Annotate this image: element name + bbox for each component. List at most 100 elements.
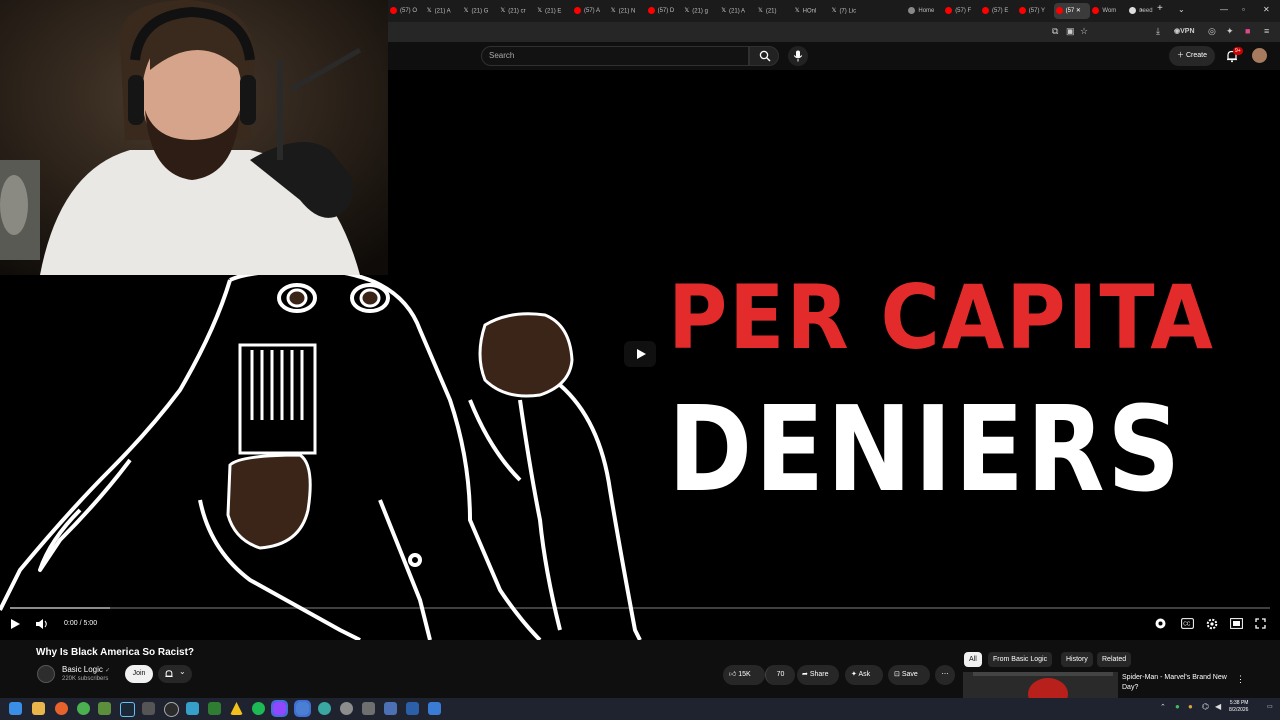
network-icon[interactable]: ⌬	[1202, 702, 1209, 711]
play-pause-icon[interactable]	[9, 618, 21, 630]
browser-tab[interactable]: Wom	[1090, 3, 1124, 19]
app-icon-15[interactable]	[340, 702, 353, 715]
close-window-button[interactable]: ✕	[1263, 5, 1270, 14]
browser-tab[interactable]: 𝕏 (21) cr	[498, 3, 532, 19]
browser-tab-label: (57) Y	[1028, 8, 1046, 14]
close-tab-icon[interactable]: ✕	[1074, 8, 1081, 14]
microphone-icon	[793, 50, 803, 62]
app-icon-16[interactable]	[362, 702, 375, 715]
related-video-title[interactable]: Spider-Man - Marvel's Brand New Day?	[1122, 673, 1232, 693]
browser-tab[interactable]: 𝕏 (21)	[756, 3, 790, 19]
ask-button[interactable]: ✦ Ask	[845, 665, 883, 685]
browser-tab[interactable]: (57) D	[646, 3, 680, 19]
browser-tab[interactable]: Home	[906, 3, 940, 19]
extensions-icon[interactable]: ✦	[1226, 26, 1234, 37]
filter-chip[interactable]: History	[1061, 652, 1093, 667]
save-button[interactable]: ⊡ Save	[888, 665, 930, 685]
browser-tab[interactable]: (57) Y	[1017, 3, 1051, 19]
spotify-icon[interactable]	[252, 702, 265, 715]
browser-tab[interactable]: 𝕏 (21) g	[682, 3, 716, 19]
extension-badge-icon[interactable]: ■	[1245, 26, 1250, 36]
vpn-button[interactable]: ◉VPN	[1174, 27, 1195, 35]
channel-name[interactable]: Basic Logic ✓	[62, 665, 110, 674]
browser-tab-label: (57) E	[992, 8, 1009, 14]
tab-search-icon[interactable]: ⌄	[1178, 5, 1185, 14]
settings-gear-icon[interactable]	[1206, 618, 1218, 630]
browser-tab[interactable]: (57) E	[980, 3, 1014, 19]
app-icon-9[interactable]	[208, 702, 221, 715]
related-video-thumbnail[interactable]	[963, 672, 1118, 698]
browser-tab[interactable]: 𝕏 (21) A	[425, 3, 459, 19]
steam-icon[interactable]	[120, 702, 135, 717]
download-icon[interactable]: ⤓	[1156, 26, 1160, 37]
progress-buffer-fill	[10, 607, 110, 609]
fullscreen-icon[interactable]	[1255, 618, 1266, 629]
tray-chevron-icon[interactable]: ⌃	[1160, 703, 1166, 711]
browser-tab[interactable]: 𝕏 HOnl	[793, 3, 827, 19]
center-play-button[interactable]	[624, 341, 656, 367]
thumbnail-text-line-2: DENIERS	[668, 380, 1183, 518]
app-icon-19[interactable]	[428, 702, 441, 715]
maximize-button[interactable]: ▫	[1242, 5, 1245, 14]
firefox-icon[interactable]	[55, 702, 68, 715]
browser-tab[interactable]: 𝕏 (21) G	[462, 3, 496, 19]
search-button[interactable]	[749, 46, 779, 66]
volume-tray-icon[interactable]: ◀	[1215, 702, 1221, 711]
voice-search-button[interactable]	[788, 46, 808, 66]
channel-avatar[interactable]	[37, 665, 55, 683]
autoplay-toggle-icon[interactable]	[1155, 618, 1166, 629]
file-explorer-icon[interactable]	[32, 702, 45, 715]
browser-tab-label: (21) G	[471, 8, 489, 15]
captions-icon[interactable]: CC	[1181, 618, 1194, 629]
app-icon-6[interactable]	[142, 702, 155, 715]
wallet-icon[interactable]: ◎	[1208, 26, 1216, 37]
filter-chip[interactable]: From Basic Logic	[988, 652, 1053, 667]
app-icon-7[interactable]	[164, 702, 179, 717]
filter-chip[interactable]: All	[964, 652, 982, 667]
browser-tab[interactable]: 𝕏 (7) Lic	[830, 3, 864, 19]
filter-chip[interactable]: Related	[1097, 652, 1132, 667]
notification-center-icon[interactable]: ▭	[1267, 703, 1273, 710]
browser-tab[interactable]: (57) O	[388, 3, 422, 19]
bookmark-star-icon[interactable]: ☆	[1080, 26, 1088, 37]
volume-icon[interactable]	[35, 618, 49, 630]
dislike-button[interactable]: 70	[765, 665, 795, 685]
app-icon-8[interactable]	[186, 702, 199, 715]
browser-tab[interactable]: (57) F	[943, 3, 977, 19]
like-button[interactable]: 👍︎ 15K	[723, 665, 765, 685]
join-button[interactable]: Join	[125, 665, 153, 683]
app-icon-18[interactable]	[406, 702, 419, 715]
youtube-icon	[1092, 6, 1100, 14]
app-icon-17[interactable]	[384, 702, 397, 715]
browser-tab[interactable]: 𝕏 (21) E	[535, 3, 569, 19]
tray-app-icon-2[interactable]: ●	[1188, 702, 1193, 711]
browser-menu-icon[interactable]: ≡	[1264, 26, 1269, 36]
browser-tab[interactable]: (57) A	[572, 3, 606, 19]
minimize-button[interactable]: —	[1220, 5, 1228, 14]
chrome-icon[interactable]	[77, 702, 90, 715]
search-input[interactable]	[481, 46, 749, 66]
browser-tab[interactable]: 𝕏 (21) A	[719, 3, 753, 19]
search-icon	[759, 50, 771, 62]
active-app-icon[interactable]	[271, 700, 288, 717]
share-button[interactable]: ➦ Share	[797, 665, 839, 685]
more-actions-button[interactable]: ⋯	[935, 665, 955, 685]
create-button[interactable]: ＋ Create	[1169, 46, 1215, 66]
user-avatar[interactable]	[1252, 48, 1267, 63]
system-clock[interactable]: 5:38 PM 8/2/2026	[1229, 700, 1248, 714]
subscribe-notifications-button[interactable]: ⌄	[158, 665, 192, 683]
theater-mode-icon[interactable]	[1230, 618, 1243, 629]
related-more-icon[interactable]: ⋮	[1236, 674, 1245, 685]
app-icon-14[interactable]	[318, 702, 331, 715]
tray-app-icon[interactable]: ●	[1175, 702, 1180, 711]
browser-tab[interactable]: 𝕏 (21) N	[609, 3, 643, 19]
notepad-icon[interactable]	[294, 700, 311, 717]
screen-cast-icon[interactable]: ⧉	[1052, 26, 1058, 37]
picture-in-picture-icon[interactable]: ▣	[1066, 26, 1075, 37]
browser-tab[interactable]: (57 ✕	[1053, 3, 1090, 19]
minecraft-icon[interactable]	[98, 702, 111, 715]
video-progress-bar[interactable]	[10, 607, 1270, 609]
windows-start-icon[interactable]	[9, 702, 22, 715]
tab-scroll-right-icon[interactable]: ›	[1140, 5, 1143, 14]
new-tab-button[interactable]: +	[1157, 3, 1163, 14]
